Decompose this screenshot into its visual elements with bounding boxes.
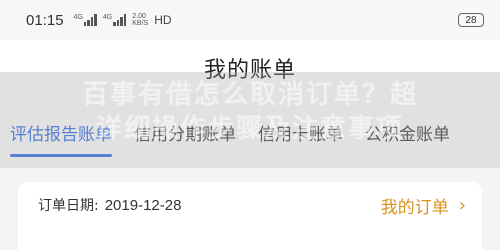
status-time: 01:15 <box>26 11 64 29</box>
page-header: 我的账单 <box>0 40 500 96</box>
battery-icon: 28 <box>458 13 484 27</box>
chevron-right-icon: › <box>458 194 466 216</box>
my-orders-link[interactable]: 我的订单 › <box>381 193 466 218</box>
cellular-signal-icon: 4G <box>74 14 97 26</box>
signal-1-label: 4G <box>73 14 83 21</box>
my-orders-label: 我的订单 <box>380 197 449 218</box>
cellular-signal-2-icon: 4G <box>102 14 127 26</box>
order-date-value: 2019-12-28 <box>104 196 182 214</box>
tab-housing-fund-bill[interactable]: 公积金账单 <box>365 120 450 145</box>
page-title: 我的账单 <box>203 58 296 83</box>
signal-2-label: 4G <box>102 14 113 21</box>
network-speed-unit: KB/S <box>132 20 149 27</box>
network-speed: 2.00 KB/S <box>132 13 148 27</box>
tab-credit-installment-bill[interactable]: 信用分期账单 <box>134 120 236 145</box>
battery-level: 28 <box>465 14 477 26</box>
hd-indicator: HD <box>154 13 172 27</box>
bill-tabs: 评估报告账单 信用分期账单 信用卡账单 公积金账单 <box>0 96 500 168</box>
network-speed-value: 2.00 <box>132 13 146 20</box>
order-card: 订单日期: 2019-12-28 我的订单 › <box>18 182 482 250</box>
tab-assessment-report-bill[interactable]: 评估报告账单 <box>10 120 112 157</box>
tab-credit-card-bill[interactable]: 信用卡账单 <box>258 120 343 145</box>
order-date-label: 订单日期: <box>38 198 99 214</box>
status-bar: 01:15 4G 4G 2.00 KB/S HD 28 <box>0 0 500 40</box>
